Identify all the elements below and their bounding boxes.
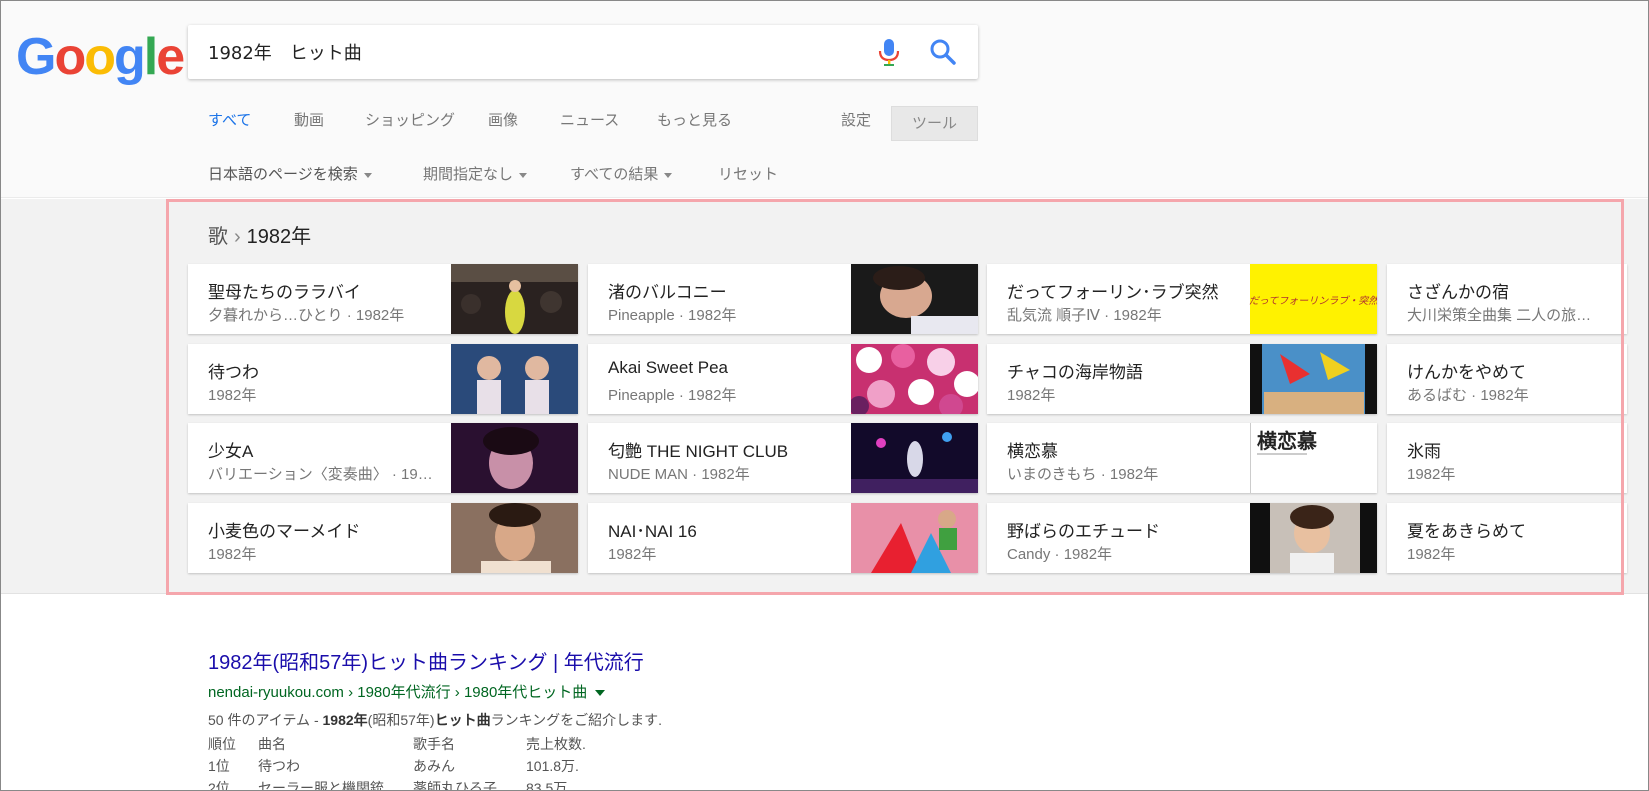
tab-news[interactable]: ニュース: [560, 109, 619, 130]
table-cell: 1位: [208, 758, 230, 774]
table-cell: 薬師丸ひろ子: [413, 780, 497, 791]
reset-link[interactable]: リセット: [718, 163, 778, 184]
settings-link[interactable]: 設定: [841, 109, 871, 130]
period-filter[interactable]: 期間指定なし: [423, 163, 528, 184]
snippet-bold: 1982年: [322, 712, 368, 728]
snippet-text: 50 件のアイテム -: [208, 712, 323, 728]
tab-all[interactable]: すべて: [208, 109, 251, 130]
caret-down-icon: [363, 172, 372, 178]
table-cell: セーラー服と機関銃: [258, 780, 384, 791]
table-cell: 101.8万.: [526, 758, 579, 774]
result-url: nendai-ryuukou.com › 1980年代流行 › 1980年代ヒッ…: [208, 681, 662, 702]
snippet-bold: ヒット曲: [434, 712, 491, 728]
table-header-cell: 曲名: [258, 736, 286, 752]
google-logo[interactable]: Google: [16, 27, 185, 87]
snippet-text: ランキングをご紹介します.: [490, 712, 663, 728]
snippet-text: (昭和57年): [367, 712, 435, 728]
caret-down-icon: [519, 172, 528, 178]
tools-button[interactable]: ツール: [891, 106, 978, 141]
results-filter[interactable]: すべての結果: [570, 163, 673, 184]
language-filter-label: 日本語のページを検索: [208, 166, 358, 183]
language-filter[interactable]: 日本語のページを検索: [208, 163, 372, 184]
tab-more[interactable]: もっと見る: [657, 109, 732, 130]
tab-shopping[interactable]: ショッピング: [365, 109, 455, 130]
table-header-cell: 売上枚数.: [526, 736, 586, 752]
table-cell: 83.5万.: [526, 780, 572, 791]
table-header-cell: 歌手名: [413, 736, 455, 752]
result-title-link[interactable]: 1982年(昭和57年)ヒット曲ランキング | 年代流行: [208, 646, 662, 675]
result-snippet: 50 件のアイテム - 1982年(昭和57年)ヒット曲ランキングをご紹介します…: [208, 710, 662, 730]
search-box: [188, 25, 978, 79]
caret-down-icon: [664, 172, 673, 178]
microphone-icon[interactable]: [876, 37, 902, 67]
tab-videos[interactable]: 動画: [294, 109, 324, 130]
search-result: 1982年(昭和57年)ヒット曲ランキング | 年代流行 nendai-ryuu…: [208, 646, 662, 790]
search-icon[interactable]: [928, 37, 958, 67]
caret-down-icon[interactable]: [595, 690, 606, 697]
table-cell: あみん: [413, 758, 455, 774]
results-filter-label: すべての結果: [570, 166, 659, 183]
result-url-text[interactable]: nendai-ryuukou.com › 1980年代流行 › 1980年代ヒッ…: [208, 684, 587, 701]
browser-frame: Google すべて 動画 ショッピング 画像 ニュース もっと見る 設定 ツー…: [0, 0, 1649, 791]
table-cell: 待つわ: [258, 758, 300, 774]
period-filter-label: 期間指定なし: [423, 166, 514, 183]
tab-images[interactable]: 画像: [488, 109, 518, 130]
table-header-cell: 順位: [208, 736, 236, 752]
search-input[interactable]: [208, 35, 828, 69]
table-cell: 2位: [208, 780, 230, 791]
highlight-box: [166, 199, 1624, 595]
